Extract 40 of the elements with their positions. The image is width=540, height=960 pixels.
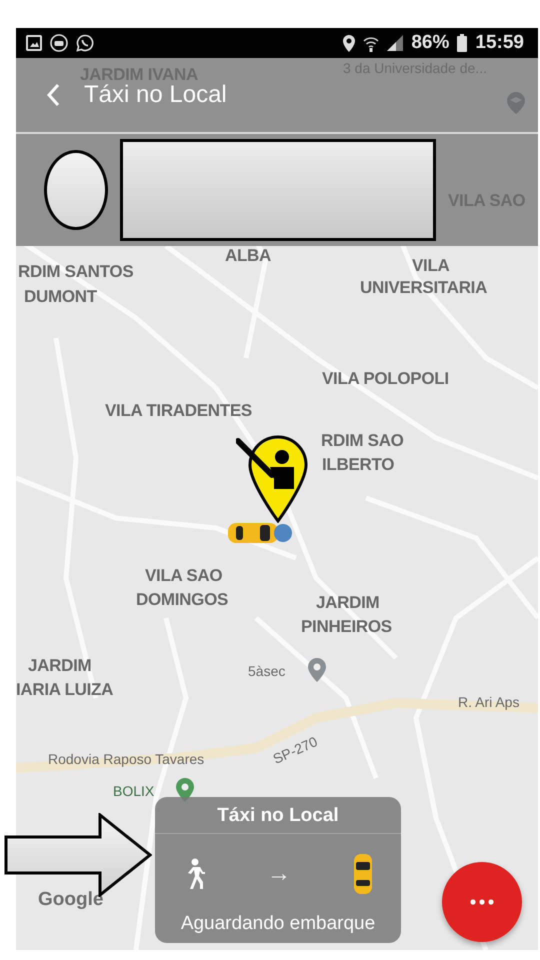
ride-status-text: Aguardando embarque bbox=[180, 913, 376, 936]
map-logo: Google bbox=[38, 890, 104, 911]
battery-percent: 86% bbox=[411, 32, 450, 54]
map-label: UNIVERSITARIA bbox=[360, 279, 488, 298]
place-marker-icon bbox=[308, 658, 326, 682]
map-label: BOLIX bbox=[113, 784, 154, 800]
direction-arrow: → bbox=[267, 860, 291, 888]
map-label: VILA POLOPOLI bbox=[322, 370, 449, 389]
clock-time: 15:59 bbox=[475, 32, 524, 54]
map-label: DOMINGOS bbox=[136, 591, 228, 610]
map-label: DUMONT bbox=[24, 288, 97, 307]
map-label: ILBERTO bbox=[322, 456, 394, 475]
more-dots-icon bbox=[470, 899, 494, 905]
map-label: ALBA bbox=[225, 247, 272, 266]
location-pin-icon bbox=[343, 34, 356, 52]
battery-icon bbox=[457, 34, 468, 52]
chat-icon bbox=[76, 34, 94, 52]
taxi-icon bbox=[226, 520, 294, 546]
pickup-person-pin-icon bbox=[236, 435, 308, 523]
map-label: JARDIM bbox=[28, 657, 92, 676]
map-label: Rodovia Raposo Tavares bbox=[48, 752, 204, 768]
map-label: VILA TIRADENTES bbox=[105, 402, 252, 421]
car-icon bbox=[50, 34, 68, 52]
back-chevron-icon bbox=[46, 83, 60, 107]
taxi-icon bbox=[353, 852, 373, 894]
wifi-icon bbox=[363, 34, 380, 52]
map-label: VILA SAO bbox=[145, 567, 222, 586]
map-label: RDIM SAO bbox=[321, 432, 404, 451]
signal-icon bbox=[387, 35, 404, 51]
map-label: PINHEIROS bbox=[301, 618, 392, 637]
street-map-drawing[interactable] bbox=[16, 246, 538, 950]
map-label: JARDIM bbox=[316, 594, 380, 613]
map-label: 5àsec bbox=[248, 664, 286, 680]
screen-title: Táxi no Local bbox=[84, 81, 227, 109]
map-label: RDIM SANTOS bbox=[18, 263, 134, 282]
card-title: Táxi no Local bbox=[217, 804, 339, 828]
map-label: VILA bbox=[412, 257, 450, 276]
map-label: IARIA LUIZA bbox=[16, 681, 114, 700]
image-icon bbox=[26, 35, 42, 51]
map-label: R. Ari Aps bbox=[458, 695, 520, 710]
